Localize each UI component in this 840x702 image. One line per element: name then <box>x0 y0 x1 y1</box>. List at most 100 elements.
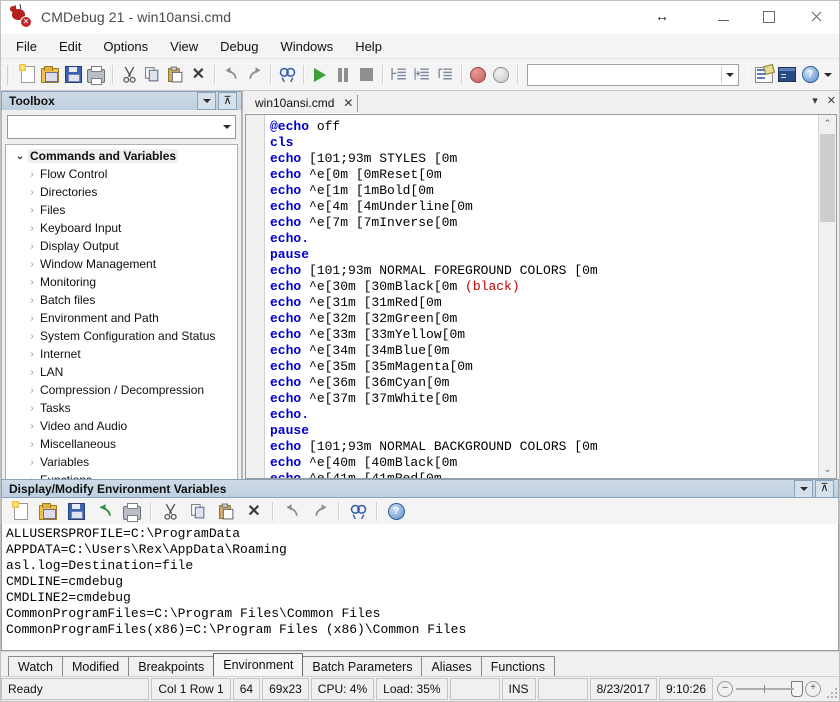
clear-breakpoints-button[interactable] <box>490 61 513 88</box>
chevron-right-icon[interactable]: › <box>24 331 40 342</box>
undo-button[interactable] <box>220 61 243 88</box>
env-new-button[interactable] <box>6 498 34 525</box>
open-file-button[interactable] <box>39 61 62 88</box>
editor-close-button[interactable]: ✕ <box>827 94 836 107</box>
chevron-right-icon[interactable]: › <box>24 205 40 216</box>
environment-panel-pin-button[interactable]: ⊼ <box>815 480 834 498</box>
tab-functions[interactable]: Functions <box>481 656 555 676</box>
tab-breakpoints[interactable]: Breakpoints <box>128 656 214 676</box>
chevron-right-icon[interactable]: › <box>24 457 40 468</box>
env-print-button[interactable] <box>118 498 146 525</box>
env-open-button[interactable] <box>34 498 62 525</box>
command-input[interactable] <box>528 67 721 83</box>
print-button[interactable] <box>85 61 108 88</box>
tree-root-commands-and-variables[interactable]: ⌄ Commands and Variables <box>6 147 237 165</box>
scroll-down-button[interactable]: ⌄ <box>819 461 836 478</box>
editor-vertical-scrollbar[interactable]: ⌃ ⌄ <box>818 115 836 478</box>
editor-tab-win10ansi[interactable]: win10ansi.cmd ✕ <box>247 93 362 114</box>
menu-view[interactable]: View <box>159 36 209 57</box>
command-window-button[interactable] <box>776 61 799 88</box>
scroll-track[interactable] <box>819 132 836 461</box>
pause-button[interactable] <box>332 61 355 88</box>
env-find-button[interactable] <box>344 498 372 525</box>
chevron-right-icon[interactable]: › <box>24 277 40 288</box>
minimize-button[interactable] <box>700 1 746 33</box>
close-button[interactable] <box>792 1 839 33</box>
env-redo-button[interactable] <box>306 498 334 525</box>
find-button[interactable] <box>276 61 299 88</box>
code-area[interactable]: @echo offclsecho [101;93m STYLES [0mecho… <box>265 115 818 478</box>
chevron-right-icon[interactable]: › <box>24 367 40 378</box>
chevron-right-icon[interactable]: › <box>24 295 40 306</box>
tree-item-lan[interactable]: ›LAN <box>6 363 237 381</box>
tree-item-miscellaneous[interactable]: ›Miscellaneous <box>6 435 237 453</box>
tree-item-display-output[interactable]: ›Display Output <box>6 237 237 255</box>
environment-variable-line[interactable]: asl.log=Destination=file <box>6 558 838 574</box>
tab-modified[interactable]: Modified <box>62 656 129 676</box>
env-undo-button[interactable] <box>278 498 306 525</box>
toolbar-grip[interactable] <box>7 65 11 85</box>
environment-variables-list[interactable]: ALLUSERSPROFILE=C:\ProgramDataAPPDATA=C:… <box>1 524 839 651</box>
zoom-in-button[interactable]: + <box>805 681 821 697</box>
tree-item-files[interactable]: ›Files <box>6 201 237 219</box>
scroll-thumb[interactable] <box>820 134 835 222</box>
tree-item-internet[interactable]: ›Internet <box>6 345 237 363</box>
tree-item-window-management[interactable]: ›Window Management <box>6 255 237 273</box>
toolbox-pin-button[interactable]: ⊼ <box>218 92 237 110</box>
menu-options[interactable]: Options <box>92 36 159 57</box>
menu-edit[interactable]: Edit <box>48 36 92 57</box>
menu-file[interactable]: File <box>5 36 48 57</box>
toolbox-filter-combo[interactable] <box>7 115 236 139</box>
tab-environment[interactable]: Environment <box>213 653 303 676</box>
env-copy-button[interactable] <box>184 498 212 525</box>
menu-help[interactable]: Help <box>344 36 393 57</box>
run-button[interactable] <box>309 61 332 88</box>
chevron-right-icon[interactable]: › <box>24 349 40 360</box>
environment-variable-line[interactable]: CMDLINE2=cmdebug <box>6 590 838 606</box>
editor-tab-menu-button[interactable]: ▾ <box>812 94 818 107</box>
toggle-breakpoint-button[interactable] <box>467 61 490 88</box>
scroll-up-button[interactable]: ⌃ <box>819 115 836 132</box>
env-paste-button[interactable] <box>212 498 240 525</box>
tree-item-compression-decompression[interactable]: ›Compression / Decompression <box>6 381 237 399</box>
tree-item-monitoring[interactable]: ›Monitoring <box>6 273 237 291</box>
tree-item-system-configuration-and-status[interactable]: ›System Configuration and Status <box>6 327 237 345</box>
toolbox-filter-input[interactable] <box>8 119 218 135</box>
environment-variable-line[interactable]: CommonProgramFiles=C:\Program Files\Comm… <box>6 606 838 622</box>
chevron-down-icon[interactable]: ⌄ <box>12 151 28 162</box>
chevron-right-icon[interactable]: › <box>24 259 40 270</box>
tree-item-flow-control[interactable]: ›Flow Control <box>6 165 237 183</box>
paste-button[interactable] <box>164 61 187 88</box>
tree-item-directories[interactable]: ›Directories <box>6 183 237 201</box>
step-into-button[interactable] <box>388 61 411 88</box>
new-file-button[interactable] <box>15 61 38 88</box>
menu-windows[interactable]: Windows <box>269 36 344 57</box>
tab-aliases[interactable]: Aliases <box>421 656 481 676</box>
tree-item-variables[interactable]: ›Variables <box>6 453 237 471</box>
zoom-out-button[interactable]: – <box>717 681 733 697</box>
close-icon[interactable]: ✕ <box>343 96 353 110</box>
resize-grip[interactable] <box>825 686 839 700</box>
tab-watch[interactable]: Watch <box>8 656 63 676</box>
environment-variable-line[interactable]: CommonProgramFiles(x86)=C:\Program Files… <box>6 622 838 638</box>
script-editor-button[interactable] <box>752 61 775 88</box>
tree-item-video-and-audio[interactable]: ›Video and Audio <box>6 417 237 435</box>
environment-variable-line[interactable]: ALLUSERSPROFILE=C:\ProgramData <box>6 526 838 542</box>
menu-debug[interactable]: Debug <box>209 36 269 57</box>
env-revert-button[interactable] <box>90 498 118 525</box>
help-button[interactable]: ? <box>799 61 822 88</box>
chevron-right-icon[interactable]: › <box>24 403 40 414</box>
toolbox-menu-button[interactable] <box>197 92 216 110</box>
delete-button[interactable]: ✕ <box>187 61 210 88</box>
env-delete-button[interactable]: ✕ <box>240 498 268 525</box>
chevron-right-icon[interactable]: › <box>24 421 40 432</box>
step-out-button[interactable] <box>434 61 457 88</box>
tab-batch-parameters[interactable]: Batch Parameters <box>302 656 422 676</box>
editor-gutter[interactable] <box>246 115 265 478</box>
chevron-right-icon[interactable]: › <box>24 385 40 396</box>
chevron-right-icon[interactable]: › <box>24 169 40 180</box>
env-help-button[interactable]: ? <box>382 498 410 525</box>
step-over-button[interactable] <box>411 61 434 88</box>
chevron-right-icon[interactable]: › <box>24 241 40 252</box>
cut-button[interactable] <box>118 61 141 88</box>
